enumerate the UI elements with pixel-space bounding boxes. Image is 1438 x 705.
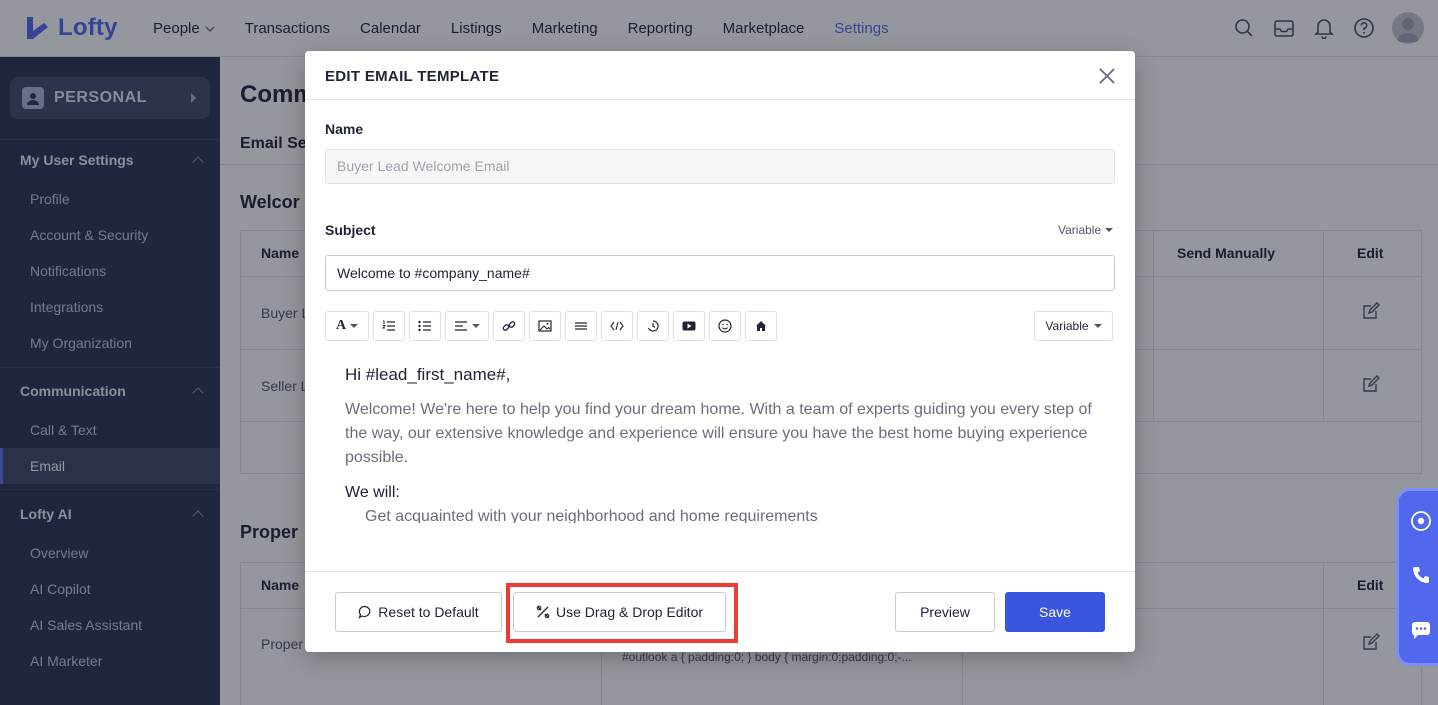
caret-down-icon [472, 324, 480, 328]
divider-button[interactable] [565, 311, 597, 341]
modal-header: EDIT EMAIL TEMPLATE [305, 51, 1135, 100]
ordered-list-button[interactable] [373, 311, 405, 341]
modal-title: EDIT EMAIL TEMPLATE [325, 68, 500, 85]
video-button[interactable] [673, 311, 705, 341]
bullet-list-button[interactable] [409, 311, 441, 341]
subject-variable-dropdown[interactable]: Variable [1058, 223, 1114, 237]
name-label: Name [325, 121, 364, 137]
align-button[interactable] [445, 311, 489, 341]
email-list-item: Get acquainted with your neighborhood an… [365, 508, 818, 523]
video-icon [682, 321, 696, 331]
editor-toolbar: A [325, 311, 777, 341]
link-icon [502, 321, 516, 331]
emoji-icon [718, 319, 732, 333]
ai-assistant-icon[interactable] [1409, 509, 1433, 533]
body-variable-dropdown[interactable]: Variable [1034, 311, 1113, 341]
variable-label: Variable [1045, 319, 1089, 333]
font-icon: A [335, 318, 347, 333]
phone-icon[interactable] [1409, 563, 1433, 587]
close-icon[interactable] [1097, 66, 1117, 86]
link-button[interactable] [493, 311, 525, 341]
highlight-box [506, 583, 738, 643]
email-body-editor[interactable]: Hi #lead_first_name#, Welcome! We're her… [345, 363, 1105, 523]
bullet-list-icon [418, 320, 431, 332]
speech-bubble-icon [358, 605, 371, 619]
code-icon [610, 321, 624, 331]
email-list-intro: We will: [345, 484, 400, 501]
name-field[interactable]: Buyer Lead Welcome Email [325, 149, 1115, 184]
align-icon [455, 321, 467, 331]
ordered-list-icon [382, 320, 395, 331]
history-button[interactable] [637, 311, 669, 341]
history-icon [647, 320, 659, 332]
save-button[interactable]: Save [1005, 592, 1105, 632]
floating-action-panel [1396, 488, 1438, 666]
variable-label: Variable [1058, 223, 1102, 237]
image-button[interactable] [529, 311, 561, 341]
caret-down-icon [350, 324, 359, 328]
home-button[interactable] [745, 311, 777, 341]
email-paragraph: Welcome! We're here to help you find you… [345, 401, 1092, 466]
subject-field[interactable]: Welcome to #company_name# [325, 255, 1115, 291]
home-icon [756, 321, 766, 331]
chat-icon[interactable] [1409, 619, 1433, 643]
subject-label: Subject [325, 222, 376, 238]
email-greeting: Hi #lead_first_name#, [345, 365, 511, 384]
caret-down-icon [1105, 228, 1114, 232]
emoji-button[interactable] [709, 311, 741, 341]
reset-to-default-button[interactable]: Reset to Default [335, 592, 502, 632]
edit-email-template-modal: EDIT EMAIL TEMPLATE Name Buyer Lead Welc… [305, 51, 1135, 652]
code-button[interactable] [601, 311, 633, 341]
divider-icon [575, 322, 587, 330]
caret-down-icon [1093, 324, 1102, 328]
font-style-button[interactable]: A [325, 311, 369, 341]
reset-label: Reset to Default [378, 604, 479, 620]
image-icon [538, 320, 552, 332]
preview-button[interactable]: Preview [895, 592, 995, 632]
